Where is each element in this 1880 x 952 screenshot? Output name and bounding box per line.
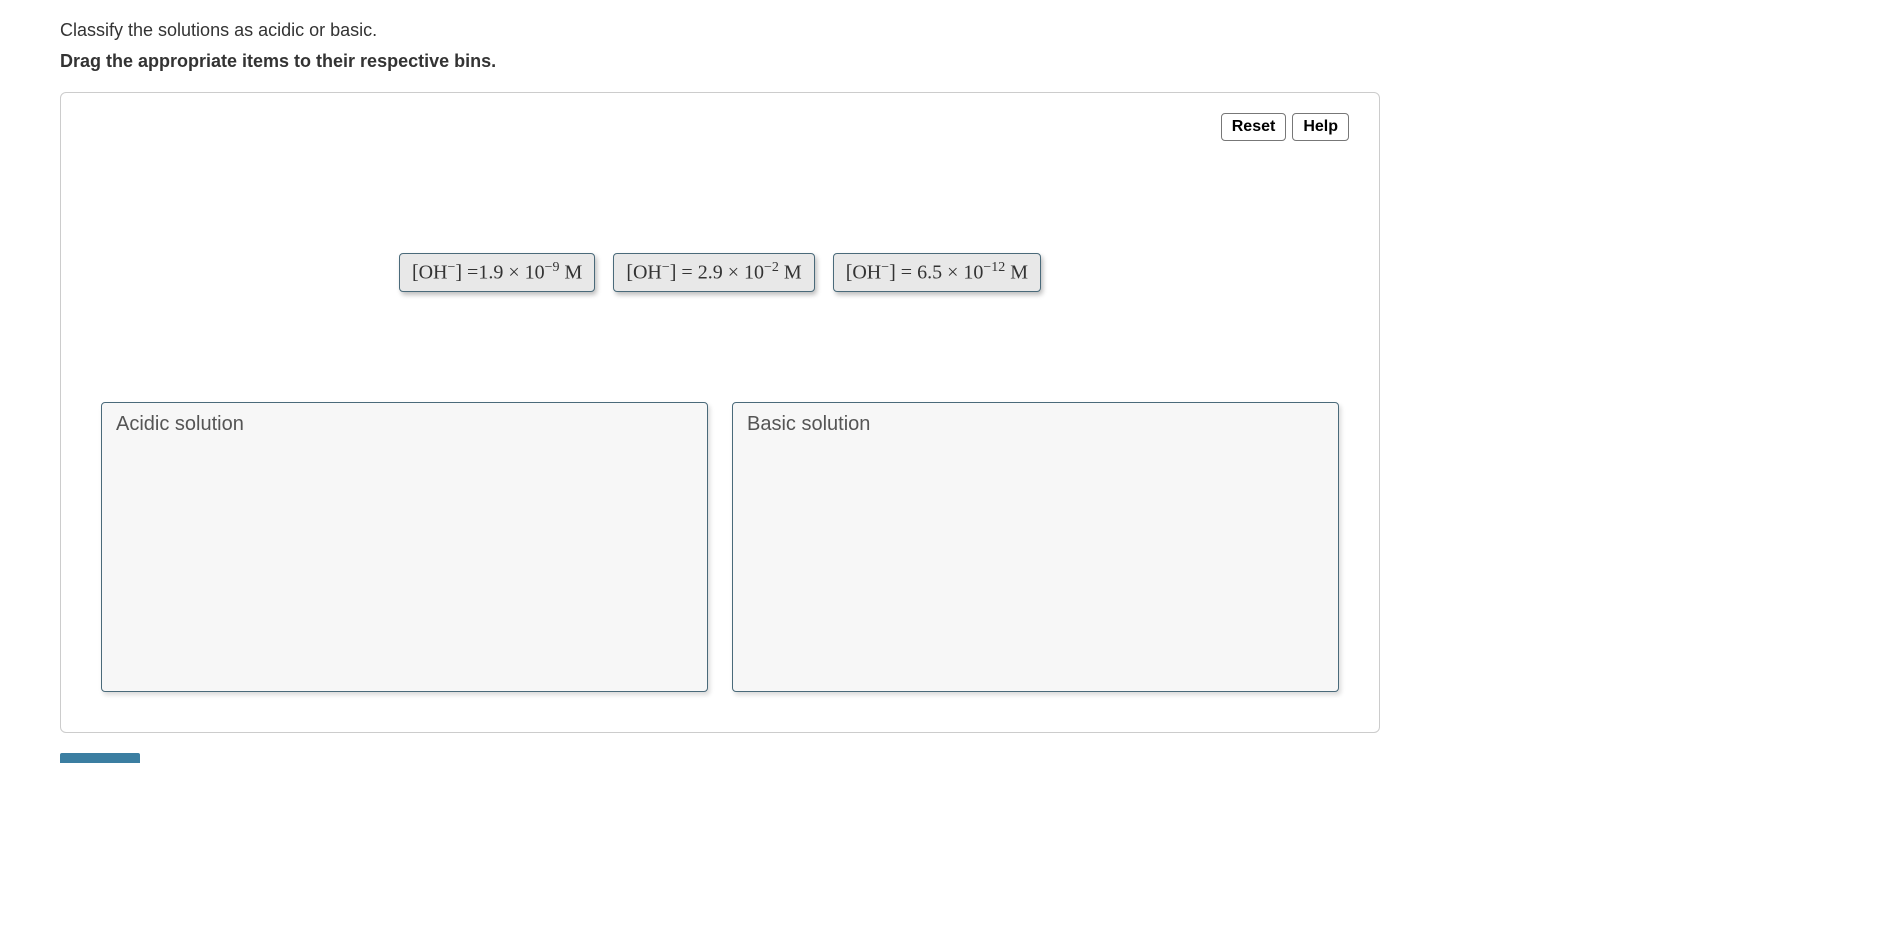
drag-item-2[interactable]: [OH−] = 2.9 × 10−2 M: [613, 253, 814, 292]
bin-basic-label: Basic solution: [747, 413, 1324, 436]
item-suffix: M: [560, 262, 583, 284]
instruction-text: Drag the appropriate items to their resp…: [60, 51, 1820, 72]
bin-acidic[interactable]: Acidic solution: [101, 402, 708, 692]
item-suffix: M: [779, 262, 802, 284]
work-area: Reset Help [OH−] =1.9 × 10−9 M [OH−] = 2…: [60, 92, 1380, 733]
drag-item-3[interactable]: [OH−] = 6.5 × 10−12 M: [833, 253, 1041, 292]
draggable-items-row: [OH−] =1.9 × 10−9 M [OH−] = 2.9 × 10−2 M…: [101, 253, 1339, 292]
bins-row: Acidic solution Basic solution: [101, 402, 1339, 692]
drag-item-1[interactable]: [OH−] =1.9 × 10−9 M: [399, 253, 595, 292]
item-mid: ] =1.9 × 10: [455, 262, 544, 284]
item-mid: ] = 6.5 × 10: [889, 262, 983, 284]
item-prefix: [OH: [626, 262, 662, 284]
item-sup2: −2: [764, 260, 779, 275]
bin-acidic-label: Acidic solution: [116, 413, 693, 436]
help-button[interactable]: Help: [1292, 113, 1349, 141]
toolbar: Reset Help: [1221, 113, 1349, 141]
item-prefix: [OH: [846, 262, 882, 284]
item-mid: ] = 2.9 × 10: [670, 262, 764, 284]
item-suffix: M: [1005, 262, 1028, 284]
question-text: Classify the solutions as acidic or basi…: [60, 20, 1820, 41]
item-sup1: −: [881, 260, 889, 275]
submit-button-partial[interactable]: [60, 753, 140, 763]
item-sup2: −9: [545, 260, 560, 275]
item-sup1: −: [662, 260, 670, 275]
item-sup2: −12: [983, 260, 1005, 275]
item-prefix: [OH: [412, 262, 448, 284]
bin-basic[interactable]: Basic solution: [732, 402, 1339, 692]
reset-button[interactable]: Reset: [1221, 113, 1287, 141]
